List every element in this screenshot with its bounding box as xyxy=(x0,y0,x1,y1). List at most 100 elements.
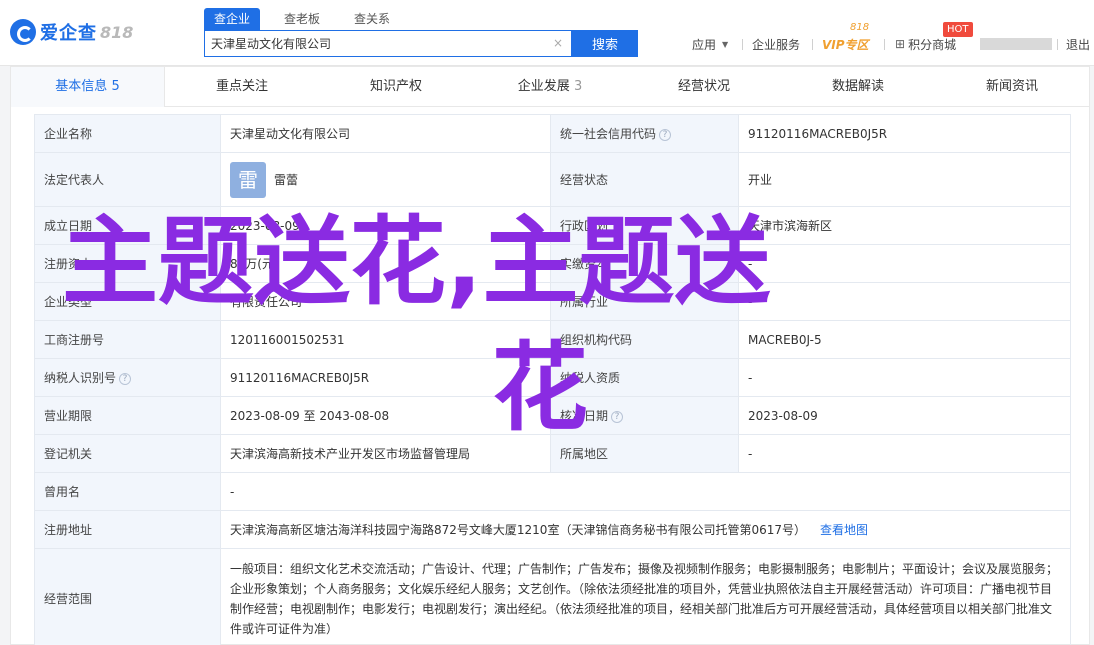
field-label: 注册地址 xyxy=(34,510,221,549)
caret-down-icon: ▼ xyxy=(722,39,729,49)
tab-label: 新闻资讯 xyxy=(985,79,1038,94)
region-value: 天津市滨海新区 xyxy=(738,206,1071,245)
tab-label: 数据解读 xyxy=(831,79,884,94)
search-type-tabs: 查企业 查老板 查关系 xyxy=(204,8,414,30)
nav-vip[interactable]: VIP专区 xyxy=(822,36,869,52)
tab-operation[interactable]: 经营状况 xyxy=(627,67,781,107)
company-detail-card: 基本信息 5 重点关注 知识产权 企业发展 3 经营状况 数据解读 新闻资讯 企… xyxy=(10,66,1090,645)
field-label: 行政区划 xyxy=(550,206,739,245)
tab-count: 5 xyxy=(111,79,120,94)
area-value: - xyxy=(738,434,1071,473)
tab-development[interactable]: 企业发展 3 xyxy=(473,67,627,107)
industry-value: - xyxy=(738,282,1071,321)
field-label-text: 纳税人识别号 xyxy=(44,371,117,385)
org-code-value: MACREB0J-5 xyxy=(738,320,1071,359)
table-row: 营业期限 2023-08-09 至 2043-08-08 核准日期? 2023-… xyxy=(34,396,1071,435)
table-row: 工商注册号 120116001502531 组织机构代码 MACREB0J-5 xyxy=(34,320,1071,359)
field-label: 经营范围 xyxy=(34,548,221,645)
company-type-value: 有限责任公司 xyxy=(220,282,551,321)
table-row: 经营范围 一般项目：组织文化艺术交流活动；广告设计、代理；广告制作；广告发布；摄… xyxy=(34,548,1071,645)
field-label: 所属地区 xyxy=(550,434,739,473)
business-scope-value: 一般项目：组织文化艺术交流活动；广告设计、代理；广告制作；广告发布；摄像及视频制… xyxy=(220,548,1071,645)
search-input[interactable] xyxy=(205,31,545,56)
authority-value: 天津滨海高新技术产业开发区市场监督管理局 xyxy=(220,434,551,473)
logo-number: 818 xyxy=(100,22,134,42)
tab-key-focus[interactable]: 重点关注 xyxy=(165,67,319,107)
nav-app-label: 应用 xyxy=(692,37,717,52)
user-name-blurred[interactable] xyxy=(980,38,1052,50)
tab-label: 企业发展 xyxy=(517,79,570,94)
tab-label: 基本信息 xyxy=(55,79,108,94)
vip-818-badge: 818 xyxy=(850,22,870,33)
help-icon[interactable]: ? xyxy=(119,372,132,385)
tab-news[interactable]: 新闻资讯 xyxy=(935,67,1089,107)
tab-count: 3 xyxy=(573,79,583,94)
logo-icon xyxy=(10,19,36,45)
field-label: 企业名称 xyxy=(34,114,221,153)
search-button[interactable]: 搜索 xyxy=(572,30,638,57)
table-row: 注册地址 天津滨海高新区塘沽海洋科技园宁海路872号文峰大厦1210室（天津锦信… xyxy=(34,510,1071,549)
search-tab-relation[interactable]: 查关系 xyxy=(344,8,400,30)
nav-service[interactable]: 企业服务 xyxy=(752,36,800,52)
field-label: 纳税人资质 xyxy=(550,358,739,397)
hot-badge: HOT xyxy=(943,22,973,37)
divider xyxy=(812,39,813,50)
former-name-value: - xyxy=(220,472,1071,511)
address-cell: 天津滨海高新区塘沽海洋科技园宁海路872号文峰大厦1210室（天津锦信商务秘书有… xyxy=(220,510,1071,549)
nav-points-label: 积分商城 xyxy=(908,37,957,52)
field-label: 组织机构代码 xyxy=(550,320,739,359)
field-label: 营业期限 xyxy=(34,396,221,435)
field-label: 核准日期? xyxy=(550,396,739,435)
divider xyxy=(1057,39,1058,50)
detail-tabs: 基本信息 5 重点关注 知识产权 企业发展 3 经营状况 数据解读 新闻资讯 xyxy=(11,67,1089,107)
company-name-value: 天津星动文化有限公司 xyxy=(220,114,551,153)
search-tab-boss[interactable]: 查老板 xyxy=(274,8,330,30)
nav-app[interactable]: 应用 ▼ xyxy=(692,36,728,52)
field-label: 成立日期 xyxy=(34,206,221,245)
field-label: 实缴资本 xyxy=(550,244,739,283)
address-value: 天津滨海高新区塘沽海洋科技园宁海路872号文峰大厦1210室（天津锦信商务秘书有… xyxy=(230,523,806,537)
table-row: 成立日期 2023-08-09 行政区划 天津市滨海新区 xyxy=(34,206,1071,245)
clear-icon[interactable]: × xyxy=(553,36,563,50)
rep-avatar[interactable]: 雷 xyxy=(230,161,266,198)
basic-info-table: 企业名称 天津星动文化有限公司 统一社会信用代码? 91120116MACREB… xyxy=(34,114,1071,645)
field-label: 工商注册号 xyxy=(34,320,221,359)
search-box: × xyxy=(204,30,572,57)
tax-id-value: 91120116MACREB0J5R xyxy=(220,358,551,397)
tab-label: 经营状况 xyxy=(677,79,730,94)
top-header: 爱企查 818 查企业 查老板 查关系 × 搜索 应用 ▼ 企业服务 VIP专区… xyxy=(0,0,1094,66)
table-row: 登记机关 天津滨海高新技术产业开发区市场监督管理局 所属地区 - xyxy=(34,434,1071,473)
table-row: 法定代表人 雷雷蕾 经营状态 开业 xyxy=(34,152,1071,207)
field-label: 统一社会信用代码? xyxy=(550,114,739,153)
search-tab-company[interactable]: 查企业 xyxy=(204,8,261,30)
field-label: 纳税人识别号? xyxy=(34,358,221,397)
help-icon[interactable]: ? xyxy=(659,128,672,141)
view-map-link[interactable]: 查看地图 xyxy=(820,523,868,537)
tab-data-analysis[interactable]: 数据解读 xyxy=(781,67,935,107)
table-row: 曾用名 - xyxy=(34,472,1071,511)
help-icon[interactable]: ? xyxy=(611,410,624,423)
tax-qual-value: - xyxy=(738,358,1071,397)
field-label: 法定代表人 xyxy=(34,152,221,207)
approve-date-value: 2023-08-09 xyxy=(738,396,1071,435)
legal-rep-value[interactable]: 雷蕾 xyxy=(274,171,298,188)
field-label: 登记机关 xyxy=(34,434,221,473)
field-label-text: 核准日期 xyxy=(560,409,609,423)
site-logo[interactable]: 爱企查 818 xyxy=(10,18,133,46)
divider xyxy=(742,39,743,50)
field-label: 所属行业 xyxy=(550,282,739,321)
tab-ip[interactable]: 知识产权 xyxy=(319,67,473,107)
term-value: 2023-08-09 至 2043-08-08 xyxy=(220,396,551,435)
tab-basic-info[interactable]: 基本信息 5 xyxy=(11,67,165,107)
nav-points[interactable]: ⊞ 积分商城 xyxy=(895,36,956,52)
divider xyxy=(884,39,885,50)
field-label: 曾用名 xyxy=(34,472,221,511)
table-row: 企业名称 天津星动文化有限公司 统一社会信用代码? 91120116MACREB… xyxy=(34,114,1071,153)
paid-capital-value: - xyxy=(738,244,1071,283)
tab-label: 重点关注 xyxy=(215,79,268,94)
logout-link[interactable]: 退出 xyxy=(1066,36,1090,52)
reg-number-value: 120116001502531 xyxy=(220,320,551,359)
credit-code-value: 91120116MACREB0J5R xyxy=(738,114,1071,153)
table-row: 注册资本 80万(元) 实缴资本 - xyxy=(34,244,1071,283)
field-label-text: 统一社会信用代码 xyxy=(560,127,657,141)
